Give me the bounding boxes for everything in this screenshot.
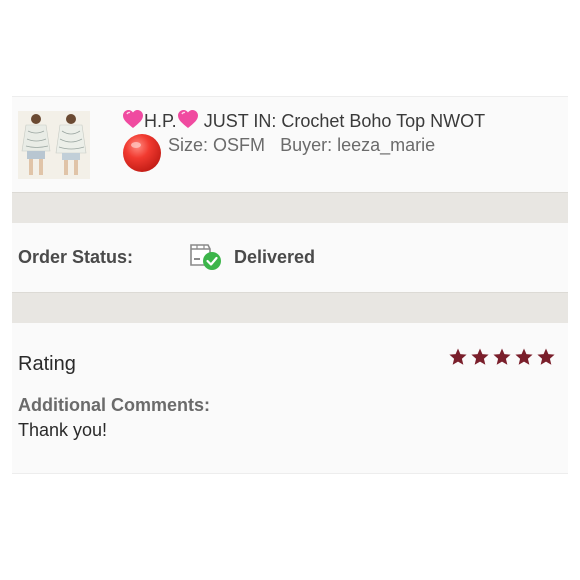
- listing-title[interactable]: H.P. JUST IN: Crochet Boho Top NWOT: [122, 109, 485, 134]
- order-status-row: Order Status: Delivered: [12, 223, 568, 292]
- section-divider: [12, 192, 568, 224]
- title-text: JUST IN: Crochet Boho Top NWOT: [203, 111, 486, 131]
- comments-label: Additional Comments:: [18, 395, 210, 415]
- section-divider: [12, 292, 568, 324]
- star-icon: [449, 348, 467, 365]
- buyer-label: Buyer:: [280, 135, 333, 155]
- listing-thumbnail[interactable]: [18, 111, 90, 179]
- size-label: Size:: [168, 135, 209, 155]
- buyer-value[interactable]: leeza_marie: [337, 135, 435, 155]
- rating-label: Rating: [18, 353, 76, 375]
- order-status-label: Order Status:: [18, 247, 134, 267]
- listing-summary[interactable]: H.P. JUST IN: Crochet Boho Top NWOT Size…: [12, 96, 568, 193]
- title-prefix: H.P.: [144, 111, 177, 131]
- red-circle-icon: [122, 133, 162, 173]
- star-icon: [515, 348, 533, 365]
- listing-meta: Size: OSFM Buyer: leeza_marie: [168, 135, 435, 156]
- comments-text: Thank you!: [18, 420, 108, 440]
- star-icon: [471, 348, 489, 365]
- star-icon: [537, 348, 555, 365]
- review-card: Rating Additional Comments: Thank you!: [12, 323, 568, 474]
- box-check-icon: [188, 239, 222, 271]
- order-review-panel: H.P. JUST IN: Crochet Boho Top NWOT Size…: [12, 96, 568, 474]
- pink-heart-icon: [177, 109, 199, 134]
- order-status-value: Delivered: [234, 247, 316, 267]
- star-icon: [493, 348, 511, 365]
- star-rating: [448, 347, 556, 367]
- size-value: OSFM: [213, 135, 266, 155]
- pink-heart-icon: [122, 109, 144, 134]
